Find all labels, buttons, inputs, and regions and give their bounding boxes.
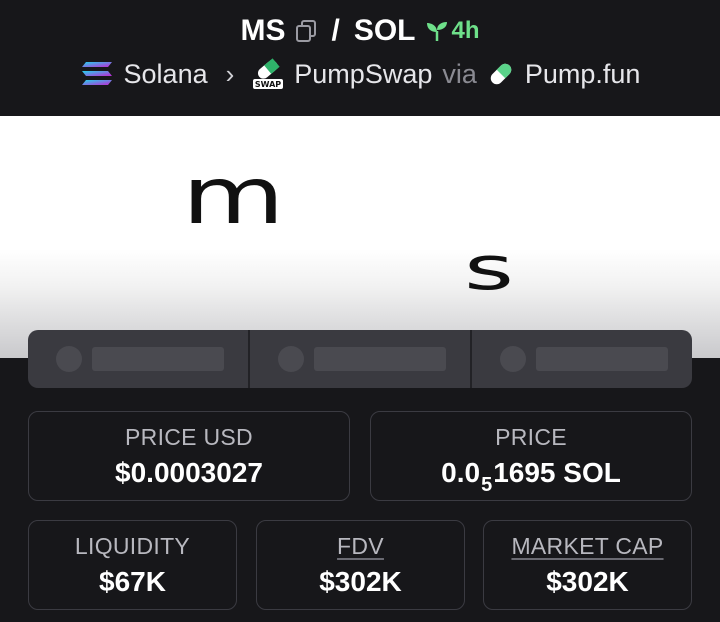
via-label: via: [442, 58, 477, 89]
social-link-skeleton: [250, 330, 472, 388]
pair-age: 4h: [426, 17, 480, 45]
launchpad-name[interactable]: Pump.fun: [525, 59, 641, 90]
pumpfun-icon: [490, 63, 512, 85]
placeholder-icon: [278, 346, 304, 372]
fdv-card[interactable]: FDV $302K: [256, 520, 465, 610]
pair-separator: /: [331, 14, 340, 47]
market-cap-value: $302K: [546, 566, 629, 597]
fdv-value: $302K: [319, 566, 402, 597]
pair-breadcrumb: Solana › SWAP PumpSwap via Pump.fun: [0, 54, 720, 94]
token-banner: m s: [0, 116, 720, 358]
sprout-icon: [426, 22, 447, 41]
svg-text:SWAP: SWAP: [255, 80, 281, 89]
pair-title: MS / SOL 4h: [0, 10, 720, 52]
fdv-label[interactable]: FDV: [257, 533, 464, 560]
placeholder-icon: [500, 346, 526, 372]
base-token-symbol: MS: [240, 14, 286, 47]
liquidity-card: LIQUIDITY $67K: [28, 520, 237, 610]
price-usd-value: $0.0003027: [115, 457, 263, 488]
banner-letter-m: m: [182, 152, 285, 242]
pumpswap-icon: SWAP: [253, 58, 284, 89]
banner-letter-s: s: [464, 234, 515, 304]
price-native-card: PRICE 0.051695 SOL: [370, 411, 692, 501]
pair-header: MS / SOL 4h Solana › SWAP PumpSwap via P…: [0, 0, 720, 116]
placeholder-icon: [56, 346, 82, 372]
solana-icon: [81, 62, 112, 85]
chevron-right-icon: ›: [225, 58, 235, 89]
chain-name[interactable]: Solana: [124, 59, 208, 90]
social-link-skeleton: [472, 330, 692, 388]
social-links-placeholder: [28, 330, 692, 388]
placeholder-bar: [92, 347, 224, 371]
price-usd-label: PRICE USD: [125, 424, 253, 450]
price-native-label: PRICE: [495, 424, 567, 450]
price-usd-card: PRICE USD $0.0003027: [28, 411, 350, 501]
social-link-skeleton: [28, 330, 250, 388]
liquidity-label: LIQUIDITY: [74, 533, 191, 559]
market-cap-label[interactable]: MARKET CAP: [484, 533, 691, 560]
price-native-value: 0.051695 SOL: [441, 457, 621, 496]
liquidity-value: $67K: [99, 566, 166, 597]
placeholder-bar: [314, 347, 446, 371]
placeholder-bar: [536, 347, 668, 371]
dex-name[interactable]: PumpSwap: [294, 59, 432, 90]
market-cap-card[interactable]: MARKET CAP $302K: [483, 520, 692, 610]
quote-token-symbol: SOL: [353, 14, 416, 47]
copy-icon[interactable]: [295, 19, 317, 43]
pair-age-value: 4h: [451, 17, 480, 44]
